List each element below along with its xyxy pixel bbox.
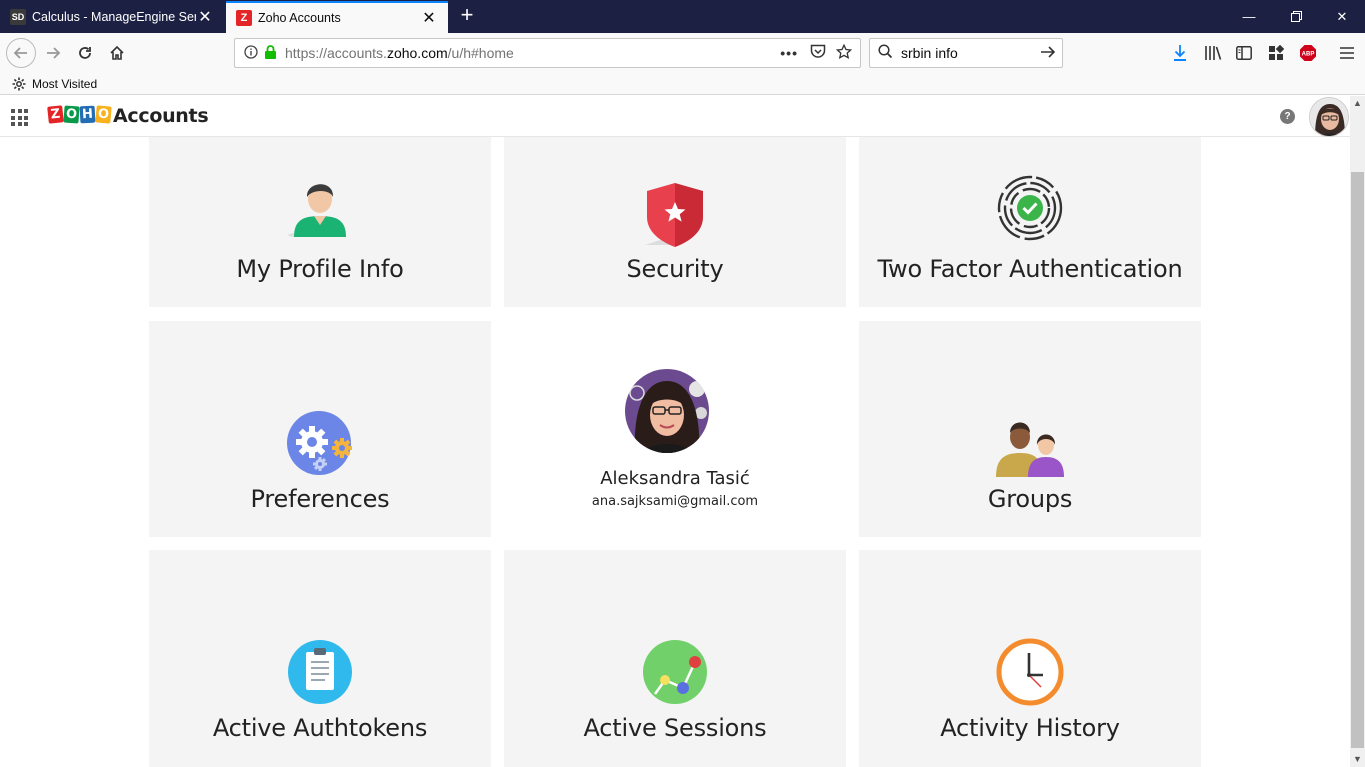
tile-active-sessions[interactable]: Active Sessions xyxy=(504,550,846,767)
sessions-icon xyxy=(643,640,707,704)
close-window-icon[interactable]: ✕ xyxy=(1319,0,1365,33)
url-bar[interactable]: https://accounts.zoho.com/u/h#home ••• xyxy=(234,38,861,68)
profile-card[interactable]: Aleksandra Tasić ana.sajksami@gmail.com xyxy=(504,321,846,537)
tile-label: My Profile Info xyxy=(236,255,404,283)
minimize-icon[interactable]: — xyxy=(1226,0,1272,33)
close-tab-icon[interactable]: ✕ xyxy=(420,8,438,28)
svg-text:ABP: ABP xyxy=(1302,52,1315,58)
library-icon[interactable] xyxy=(1203,43,1223,63)
back-button[interactable] xyxy=(6,38,36,68)
page-scrollbar[interactable]: ▲ ▼ xyxy=(1350,96,1365,767)
app-title: Accounts xyxy=(113,105,209,127)
tile-label: Activity History xyxy=(940,714,1120,742)
forward-button[interactable] xyxy=(39,39,67,67)
app-header: Z O H O Accounts ? xyxy=(0,96,1350,137)
tile-my-profile-info[interactable]: My Profile Info xyxy=(149,137,491,307)
adblock-plus-icon[interactable]: ABP xyxy=(1298,43,1318,63)
logo-letter: O xyxy=(63,105,80,124)
help-icon[interactable]: ? xyxy=(1280,109,1295,124)
back-arrow-icon xyxy=(13,47,27,59)
reload-button[interactable] xyxy=(71,39,99,67)
logo-letter: H xyxy=(79,105,96,124)
tile-label: Two Factor Authentication xyxy=(877,255,1183,283)
new-tab-button[interactable]: + xyxy=(455,4,479,28)
scroll-down-icon[interactable]: ▼ xyxy=(1350,752,1365,767)
home-icon xyxy=(110,45,124,60)
bookmarks-toolbar: Most Visited xyxy=(0,73,1365,95)
scroll-up-icon[interactable]: ▲ xyxy=(1350,96,1365,111)
forward-arrow-icon xyxy=(47,47,61,59)
pocket-icon[interactable] xyxy=(810,44,826,62)
tab-title: Calculus - ManageEngine Servi xyxy=(32,9,196,24)
gear-icon xyxy=(12,77,26,91)
url-text: https://accounts.zoho.com/u/h#home xyxy=(285,45,514,61)
tab-title: Zoho Accounts xyxy=(258,11,341,25)
tile-label: Groups xyxy=(987,485,1073,513)
zoho-favicon-icon: Z xyxy=(236,10,252,26)
clipboard-icon xyxy=(288,640,352,704)
tile-preferences[interactable]: Preferences xyxy=(149,321,491,537)
browser-tab-strip: SD Calculus - ManageEngine Servi ✕ Z Zoh… xyxy=(0,0,1365,33)
search-icon xyxy=(878,44,893,62)
servicedesk-favicon-icon: SD xyxy=(10,8,26,25)
search-bar[interactable]: srbin info xyxy=(869,38,1063,68)
logo-letter: O xyxy=(95,105,112,124)
downloads-icon[interactable] xyxy=(1170,43,1190,63)
extensions-icon[interactable] xyxy=(1266,43,1286,63)
navigation-toolbar: https://accounts.zoho.com/u/h#home ••• s… xyxy=(0,33,1365,73)
zoho-logo[interactable]: Z O H O xyxy=(47,105,112,124)
profile-photo[interactable] xyxy=(625,369,709,453)
tile-activity-history[interactable]: Activity History xyxy=(859,550,1201,767)
scroll-thumb[interactable] xyxy=(1351,172,1364,748)
group-icon xyxy=(996,422,1064,477)
avatar[interactable] xyxy=(1309,97,1349,137)
profile-name: Aleksandra Tasić xyxy=(600,468,750,489)
logo-letter: Z xyxy=(47,105,64,124)
user-icon xyxy=(288,184,346,237)
home-button[interactable] xyxy=(103,39,131,67)
search-go-icon[interactable] xyxy=(1040,45,1056,62)
menu-icon[interactable] xyxy=(1337,43,1357,63)
tab-calculus[interactable]: SD Calculus - ManageEngine Servi ✕ xyxy=(0,0,224,33)
search-input[interactable]: srbin info xyxy=(901,45,1040,61)
bookmark-label: Most Visited xyxy=(32,76,98,91)
reload-icon xyxy=(79,47,91,59)
fingerprint-icon xyxy=(997,175,1063,241)
lock-icon[interactable] xyxy=(264,44,277,62)
info-icon[interactable] xyxy=(244,44,258,62)
tile-security[interactable]: Security xyxy=(504,137,846,307)
tile-label: Security xyxy=(626,255,724,283)
sidebar-icon[interactable] xyxy=(1234,43,1254,63)
tab-zoho-accounts[interactable]: Z Zoho Accounts ✕ xyxy=(226,1,448,33)
restore-icon[interactable] xyxy=(1273,0,1319,33)
tile-label: Preferences xyxy=(250,485,390,513)
bookmark-star-icon[interactable] xyxy=(835,43,853,63)
tile-label: Active Sessions xyxy=(583,714,767,742)
tile-two-factor-authentication[interactable]: Two Factor Authentication xyxy=(859,137,1201,307)
tile-label: Active Authtokens xyxy=(212,714,428,742)
profile-email: ana.sajksami@gmail.com xyxy=(591,494,759,509)
tile-groups[interactable]: Groups xyxy=(859,321,1201,537)
clock-icon xyxy=(996,638,1064,706)
tile-active-authtokens[interactable]: Active Authtokens xyxy=(149,550,491,767)
app-launcher-icon[interactable] xyxy=(11,109,28,126)
bookmark-most-visited[interactable]: Most Visited xyxy=(12,77,97,91)
close-tab-icon[interactable]: ✕ xyxy=(196,7,214,27)
accounts-dashboard: My Profile Info Security Two Factor Auth… xyxy=(0,137,1350,767)
shield-icon xyxy=(645,183,703,247)
page-actions-icon[interactable]: ••• xyxy=(780,45,798,61)
gears-icon xyxy=(287,411,352,475)
